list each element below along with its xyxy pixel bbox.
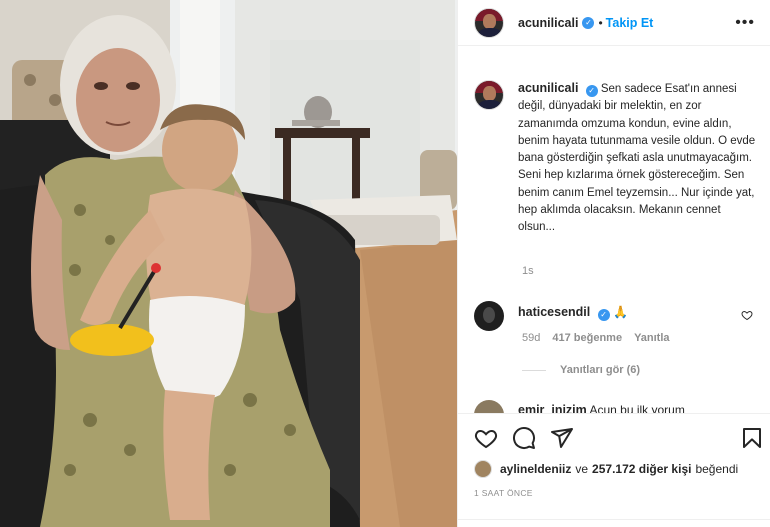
commenter-username[interactable]: haticesendil [518, 305, 590, 319]
post-header: acunilicali ✓ • Takip Et ••• [458, 0, 770, 46]
comment-time[interactable]: 59d [522, 332, 540, 344]
likes-connector: ve [575, 462, 589, 476]
bookmark-icon[interactable] [740, 426, 764, 450]
caption: acunilicali ✓ Sen sadece Esat'ın annesi … [474, 80, 759, 237]
likes-suffix: beğendi [695, 462, 739, 476]
caption-avatar[interactable] [474, 80, 504, 110]
comment-likes[interactable]: 417 beğenme [552, 332, 622, 344]
post-actions: aylineldeniiz ve 257.172 diğer kişi beğe… [458, 413, 770, 527]
share-icon[interactable] [550, 426, 574, 450]
author-username[interactable]: acunilicali [518, 16, 578, 30]
post-panel: acunilicali ✓ • Takip Et ••• acunilicali… [457, 0, 770, 527]
caption-time[interactable]: 1s [522, 265, 534, 277]
comment-emoji: 🙏 [612, 305, 628, 319]
actions-divider [458, 519, 770, 520]
liker-avatar[interactable] [474, 460, 492, 478]
comments-section[interactable]: acunilicali ✓ Sen sadece Esat'ın annesi … [458, 46, 770, 413]
posted-time[interactable]: 1 SAAT ÖNCE [474, 488, 533, 498]
likes-summary[interactable]: aylineldeniiz ve 257.172 diğer kişi beğe… [474, 460, 738, 478]
verified-badge-icon: ✓ [597, 309, 610, 321]
verified-badge-icon: ✓ [582, 16, 595, 29]
view-replies-label: Yanıtları gör (6) [560, 364, 641, 376]
commenter-avatar[interactable] [474, 400, 504, 413]
liker-username[interactable]: aylineldeniiz [500, 462, 571, 476]
comment-text: Acun bu ilk yorum [589, 403, 685, 413]
header-separator: • [598, 15, 603, 30]
commenter-avatar[interactable] [474, 301, 504, 331]
comment-meta: 59d 417 beğenme Yanıtla [522, 332, 670, 344]
comment-icon[interactable] [512, 426, 536, 450]
more-options-icon[interactable]: ••• [735, 14, 755, 32]
commenter-username[interactable]: emir_inizim [518, 403, 587, 413]
caption-text: Sen sadece Esat'ın annesi değil, dünyada… [518, 83, 756, 234]
comment-item: emir_inizim Acun bu ilk yorum [474, 400, 759, 413]
likes-count[interactable]: 257.172 diğer kişi [592, 462, 691, 476]
heart-icon[interactable] [474, 426, 498, 450]
caption-username[interactable]: acunilicali [518, 81, 578, 95]
photo-illustration [0, 0, 457, 527]
post-photo[interactable] [0, 0, 457, 527]
follow-button[interactable]: Takip Et [606, 16, 654, 30]
view-replies-button[interactable]: Yanıtları gör (6) [522, 364, 640, 376]
verified-badge-icon: ✓ [585, 85, 598, 97]
like-comment-heart-icon[interactable] [741, 309, 753, 321]
replies-divider [522, 369, 546, 371]
author-avatar[interactable] [474, 7, 504, 38]
reply-button[interactable]: Yanıtla [634, 332, 669, 344]
comment-item: haticesendil ✓ 🙏 [474, 301, 759, 331]
